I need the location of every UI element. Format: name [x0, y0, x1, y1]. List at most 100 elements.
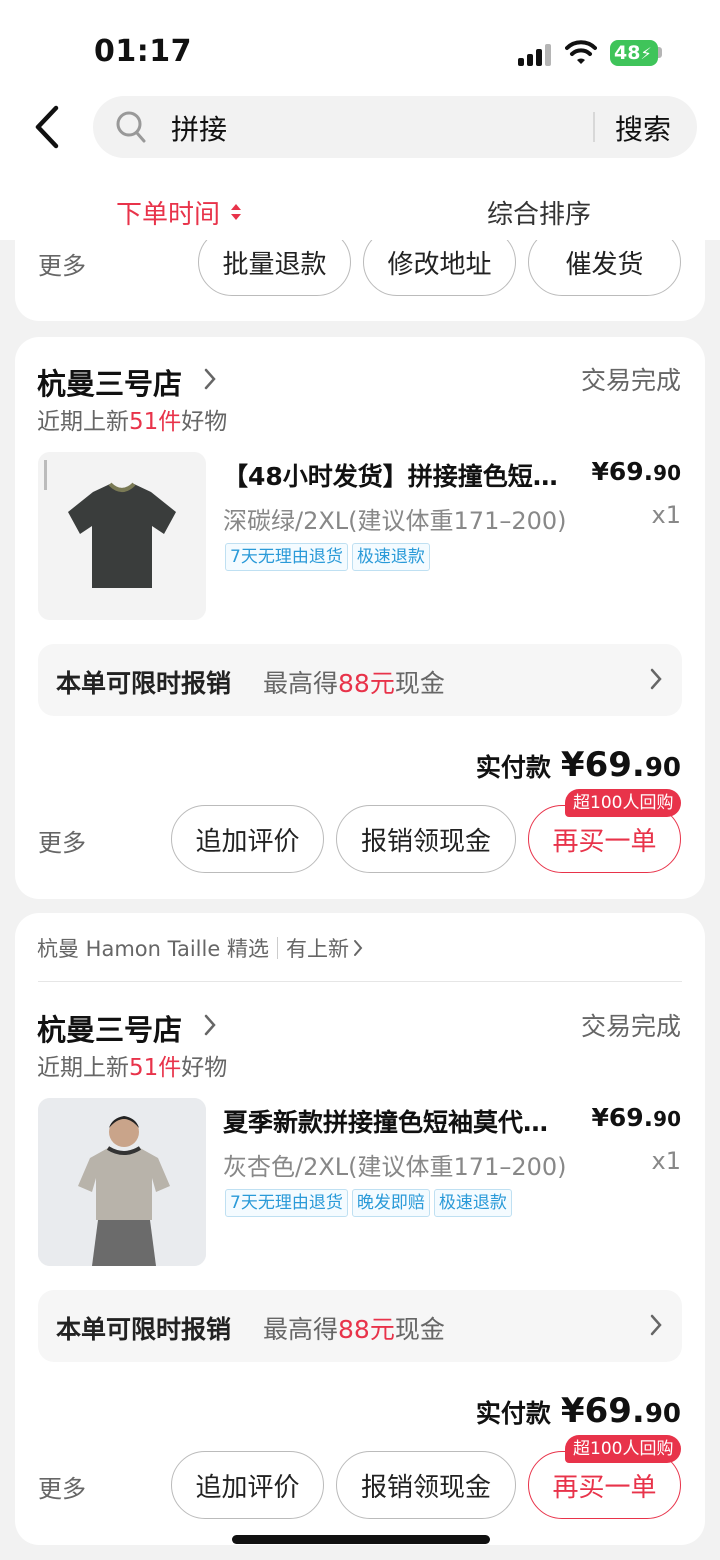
cashback-button[interactable]: 报销领现金 [336, 805, 516, 873]
urge-shipping-button[interactable]: 催发货 [528, 240, 681, 296]
home-indicator[interactable] [232, 1535, 490, 1544]
product-price-cents: 90 [653, 461, 681, 485]
store-header-separator [276, 937, 278, 959]
product-spec: 深碳绿/2XL(建议体重171–200) [223, 507, 567, 535]
rebuy-badge: 超100人回购 [565, 1435, 682, 1463]
paid-amount: ¥69.90 [561, 745, 681, 785]
promo-subtitle: 最高得88元现金 [263, 664, 445, 700]
divider [38, 981, 682, 982]
signal-icon [518, 44, 552, 66]
product-price: ¥69.90 [591, 457, 681, 486]
promo-prefix: 最高得 [263, 1315, 339, 1344]
chevron-right-icon [650, 668, 662, 690]
payment-row: 实付款 ¥69.90 [476, 1391, 681, 1431]
order-status: 交易完成 [580, 366, 681, 395]
promo-prefix: 最高得 [263, 669, 339, 698]
action-row: 更多 追加评价 报销领现金 再买一单 超100人回购 [15, 789, 705, 873]
action-row: 更多 批量退款 修改地址 催发货 [15, 240, 705, 296]
order-card: 杭曼 Hamon Taille 精选 有上新 杭曼三号店 交易完成 近期上新51… [15, 913, 705, 1545]
tab-order-time[interactable]: 下单时间 [116, 194, 220, 231]
shop-sub-suffix: 好物 [181, 1055, 228, 1081]
rebuy-badge: 超100人回购 [565, 789, 682, 817]
product-quantity: x1 [651, 501, 681, 529]
battery-icon: 48⚡ [610, 40, 658, 66]
product-price-cents: 90 [653, 1107, 681, 1131]
sort-arrows-icon [231, 204, 241, 220]
more-link[interactable]: 更多 [38, 823, 86, 858]
batch-refund-button[interactable]: 批量退款 [198, 240, 351, 296]
paid-amount-cents: 90 [644, 1399, 681, 1429]
product-price: ¥69.90 [591, 1103, 681, 1132]
change-address-button[interactable]: 修改地址 [363, 240, 516, 296]
payment-row: 实付款 ¥69.90 [476, 745, 681, 785]
search-button[interactable]: 搜索 [615, 108, 671, 148]
promo-title: 本单可限时报销 [56, 669, 232, 698]
paid-label: 实付款 [475, 1399, 551, 1428]
paid-amount-cents: 90 [644, 753, 681, 783]
more-link[interactable]: 更多 [38, 246, 86, 281]
promo-title: 本单可限时报销 [56, 1315, 232, 1344]
tag-7day-return: 7天无理由退货 [225, 543, 348, 571]
paid-amount-main: ¥69. [560, 745, 645, 785]
order-card-partial: 更多 批量退款 修改地址 催发货 [15, 240, 705, 321]
shop-name[interactable]: 杭曼三号店 [37, 1007, 182, 1049]
cashback-button[interactable]: 报销领现金 [336, 1451, 516, 1519]
shop-sub-count: 51件 [129, 409, 182, 435]
product-price-main: ¥69. [591, 1103, 654, 1132]
product-image[interactable] [38, 452, 206, 620]
tshirt-image [38, 452, 206, 620]
shop-new-arrivals[interactable]: 近期上新51件好物 [37, 1048, 227, 1082]
order-status: 交易完成 [580, 1012, 681, 1041]
shop-sub-prefix: 近期上新 [37, 409, 129, 435]
chevron-right-icon [204, 368, 216, 390]
tab-comprehensive-sort[interactable]: 综合排序 [487, 194, 591, 231]
tag-fast-refund: 极速退款 [351, 543, 430, 571]
chevron-right-icon [353, 940, 363, 956]
add-review-button[interactable]: 追加评价 [171, 1451, 324, 1519]
paid-amount: ¥69.90 [561, 1391, 681, 1431]
product-spec: 灰杏色/2XL(建议体重171–200) [223, 1153, 567, 1181]
cashback-promo-bar[interactable]: 本单可限时报销 最高得88元现金 [38, 1290, 682, 1362]
chevron-right-icon [650, 1314, 662, 1336]
battery-cap [658, 47, 662, 58]
promo-suffix: 现金 [394, 1315, 445, 1344]
paid-amount-main: ¥69. [560, 1391, 645, 1431]
tag-late-compensation: 晚发即赔 [351, 1189, 430, 1217]
shop-sub-suffix: 好物 [181, 409, 228, 435]
model-photo [38, 1098, 206, 1266]
status-time: 01:17 [94, 34, 192, 69]
promo-amount: 88元 [338, 1315, 395, 1344]
store-header-link[interactable]: 有上新 [286, 933, 349, 963]
product-title[interactable]: 【48小时发货】拼接撞色短袖T恤 [223, 457, 563, 493]
paid-label: 实付款 [475, 753, 551, 782]
store-header[interactable]: 杭曼 Hamon Taille 精选 有上新 [37, 933, 363, 963]
search-icon [116, 111, 146, 143]
product-title[interactable]: 夏季新款拼接撞色短袖莫代尔T恤 [223, 1103, 563, 1139]
order-card: 杭曼三号店 交易完成 近期上新51件好物 【48小时发货】拼接撞色短袖T恤 ¥6… [15, 337, 705, 899]
search-bar[interactable]: 拼接 搜索 [93, 96, 697, 158]
service-tags: 7天无理由退货 极速退款 [225, 543, 430, 571]
battery-level: 48 [614, 42, 641, 64]
add-review-button[interactable]: 追加评价 [171, 805, 324, 873]
action-row: 更多 追加评价 报销领现金 再买一单 超100人回购 [15, 1435, 705, 1519]
promo-suffix: 现金 [394, 669, 445, 698]
promo-subtitle: 最高得88元现金 [263, 1310, 445, 1346]
product-price-main: ¥69. [591, 457, 654, 486]
back-icon[interactable] [28, 104, 68, 150]
store-header-name: 杭曼 Hamon Taille 精选 [37, 937, 269, 961]
search-input[interactable]: 拼接 [171, 108, 227, 148]
chevron-right-icon [204, 1014, 216, 1036]
tag-fast-refund: 极速退款 [433, 1189, 512, 1217]
tag-7day-return: 7天无理由退货 [225, 1189, 348, 1217]
cashback-promo-bar[interactable]: 本单可限时报销 最高得88元现金 [38, 644, 682, 716]
shop-name[interactable]: 杭曼三号店 [37, 361, 182, 403]
shop-new-arrivals[interactable]: 近期上新51件好物 [37, 402, 227, 436]
product-image[interactable] [38, 1098, 206, 1266]
promo-amount: 88元 [338, 669, 395, 698]
shop-sub-prefix: 近期上新 [37, 1055, 129, 1081]
service-tags: 7天无理由退货 晚发即赔 极速退款 [225, 1189, 512, 1217]
wifi-icon [565, 40, 597, 64]
more-link[interactable]: 更多 [38, 1469, 86, 1504]
shop-sub-count: 51件 [129, 1055, 182, 1081]
search-divider [593, 112, 595, 142]
